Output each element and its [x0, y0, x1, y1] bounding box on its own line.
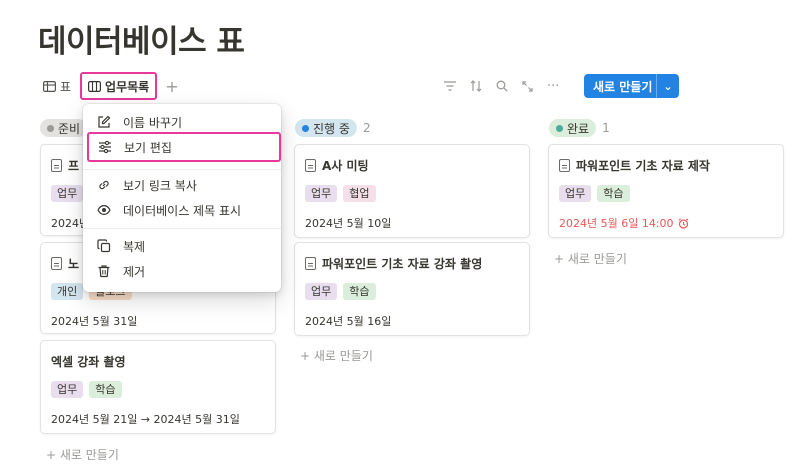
tag: 업무: [51, 185, 84, 202]
card-title: 엑셀 강좌 촬영: [51, 355, 126, 369]
status-dot: [302, 124, 309, 132]
card-tags: 업무 학습: [559, 185, 630, 202]
card-title: 노: [68, 257, 80, 271]
add-view-button[interactable]: +: [165, 77, 178, 96]
trash-icon: [98, 265, 110, 278]
card-title-row: 파워포인트 기초 자료 제작: [559, 157, 710, 174]
tag: 업무: [51, 381, 84, 398]
board-card[interactable]: A사 미팅 업무 협업 2024년 5월 10일: [294, 144, 530, 238]
view-toolbar: ···: [444, 74, 559, 98]
more-icon[interactable]: ···: [547, 79, 559, 94]
new-card-button[interactable]: + 새로 만들기: [554, 250, 627, 267]
card-title-row: 파워포인트 기초 자료 강좌 촬영: [305, 255, 482, 272]
tag: 협업: [343, 185, 376, 202]
search-icon[interactable]: [496, 80, 508, 92]
tag: 업무: [305, 185, 338, 202]
menu-item-copy-link[interactable]: 보기 링크 복사: [91, 172, 273, 198]
card-date: 2024년 5월 6일 14:00: [559, 217, 674, 230]
card-date: 2024년 5월 31일: [51, 315, 138, 328]
page-icon: [559, 159, 570, 172]
tag: 학습: [343, 283, 376, 300]
tab-board-label: 업무목록: [105, 79, 150, 94]
menu-item-delete[interactable]: 제거: [91, 258, 273, 284]
sort-icon[interactable]: [470, 80, 482, 92]
new-page-button[interactable]: 새로 만들기 ⌄: [584, 74, 679, 98]
tag: 개인: [51, 283, 84, 300]
card-date: 2024년 5월 16일: [305, 315, 392, 328]
page-title: 데이터베이스 표: [38, 24, 245, 60]
status-badge: 완료: [549, 119, 597, 137]
filter-icon[interactable]: [444, 81, 456, 91]
column-header-done[interactable]: 완료 1: [549, 118, 610, 138]
page-icon: [305, 257, 316, 270]
status-dot: [47, 124, 54, 132]
tab-board[interactable]: 업무목록: [80, 72, 158, 100]
tag: 학습: [89, 381, 122, 398]
card-tags: 업무 학습: [51, 381, 122, 398]
link-icon: [99, 180, 109, 190]
new-card-button[interactable]: + 새로 만들기: [300, 347, 373, 364]
status-dot: [556, 124, 563, 132]
card-title: 프: [68, 159, 80, 173]
status-label: 진행 중: [313, 121, 350, 136]
page-icon: [51, 159, 62, 172]
card-title: A사 미팅: [322, 159, 369, 173]
card-title-row: 노: [51, 255, 79, 272]
view-context-menu: 이름 바꾸기 보기 편집 보기 링크 복사 데이터베이스 제목 표시 복제 제거: [83, 104, 281, 292]
menu-item-label: 복제: [123, 239, 146, 254]
expand-icon[interactable]: [522, 80, 533, 92]
board-card[interactable]: 파워포인트 기초 자료 강좌 촬영 업무 학습 2024년 5월 16일: [294, 242, 530, 336]
menu-item-show-title[interactable]: 데이터베이스 제목 표시: [91, 197, 273, 223]
card-date: 2024년 5월 10일: [305, 217, 392, 230]
menu-item-edit-view[interactable]: 보기 편집: [87, 132, 281, 162]
tag: 업무: [305, 283, 338, 300]
card-title: 파워포인트 기초 자료 제작: [576, 159, 710, 173]
eye-icon: [97, 204, 111, 216]
card-title-row: A사 미팅: [305, 157, 369, 174]
card-tags: 업무 학습: [305, 283, 376, 300]
column-count: 1: [602, 121, 610, 135]
tab-table-label: 표: [60, 79, 72, 94]
card-date-row: 2024년 5월 6일 14:00: [559, 215, 689, 231]
page-icon: [305, 159, 316, 172]
tag: 업무: [559, 185, 592, 202]
card-tags: 업무 협업: [305, 185, 376, 202]
menu-item-duplicate[interactable]: 복제: [91, 233, 273, 259]
board-card[interactable]: 엑셀 강좌 촬영 업무 학습 2024년 5월 21일 → 2024년 5월 3…: [40, 340, 276, 434]
duplicate-icon: [97, 239, 111, 253]
alarm-icon: [678, 217, 688, 229]
card-date: 2024년 5월 21일 → 2024년 5월 31일: [51, 413, 240, 426]
card-tags: 업무: [51, 185, 84, 202]
card-title: 파워포인트 기초 자료 강좌 촬영: [322, 257, 483, 271]
view-tabs: 표 업무목록 +: [40, 72, 179, 100]
status-badge: 진행 중: [295, 119, 357, 137]
menu-divider: [83, 169, 281, 170]
page-icon: [51, 257, 62, 270]
menu-item-label: 이름 바꾸기: [123, 115, 183, 130]
board-icon: [88, 80, 102, 92]
new-page-label: 새로 만들기: [593, 79, 653, 94]
column-count: 2: [362, 121, 371, 135]
column-header-ready[interactable]: 준비: [40, 118, 88, 138]
menu-item-label: 제거: [123, 264, 146, 279]
card-title-row: 프: [51, 157, 79, 174]
tag: 학습: [597, 185, 630, 202]
menu-item-label: 데이터베이스 제목 표시: [123, 203, 242, 218]
edit-icon: [98, 115, 111, 128]
status-badge: 준비: [40, 119, 88, 137]
settings-sliders-icon: [99, 140, 111, 154]
status-label: 완료: [567, 121, 590, 136]
menu-item-label: 보기 편집: [124, 140, 172, 155]
board-card[interactable]: 파워포인트 기초 자료 제작 업무 학습 2024년 5월 6일 14:00: [548, 144, 784, 238]
menu-divider: [83, 228, 281, 229]
table-icon: [43, 80, 56, 92]
menu-item-label: 보기 링크 복사: [123, 178, 197, 193]
column-header-in-progress[interactable]: 진행 중 2: [295, 118, 371, 138]
new-card-button[interactable]: + 새로 만들기: [46, 446, 119, 463]
status-label: 준비: [58, 121, 81, 136]
tab-table[interactable]: 표: [40, 72, 74, 100]
chevron-down-icon[interactable]: ⌄: [657, 80, 679, 93]
card-title-row: 엑셀 강좌 촬영: [51, 353, 126, 370]
